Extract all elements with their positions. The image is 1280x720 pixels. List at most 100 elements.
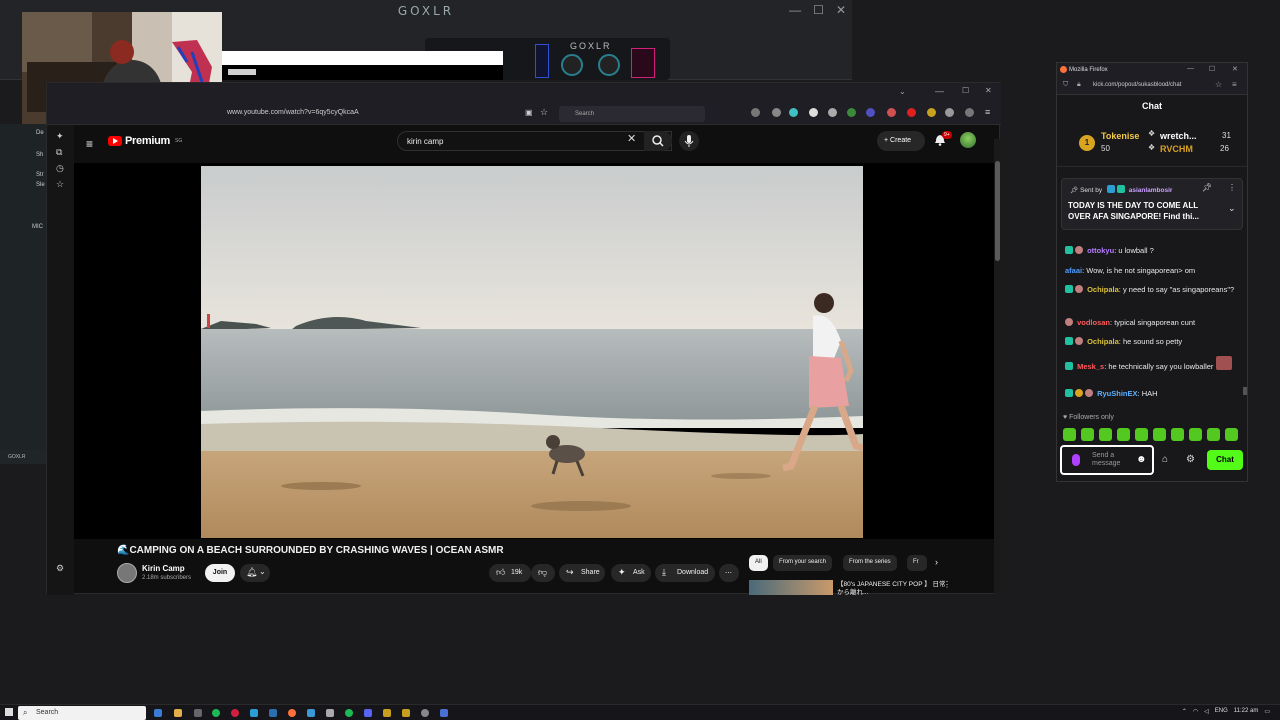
gear-icon[interactable]: ⚙ — [1186, 454, 1195, 465]
chip-from-search[interactable]: From your search — [773, 555, 833, 571]
leader-name[interactable]: Tokenise — [1101, 131, 1139, 141]
clear-search-icon[interactable]: ✕ — [627, 132, 636, 145]
maximize-icon[interactable]: ☐ — [813, 3, 824, 17]
taskbar-app-icon[interactable] — [383, 709, 391, 717]
sidebar-history-icon[interactable]: ◷ — [56, 163, 64, 174]
volume-icon[interactable]: ◁ — [1204, 708, 1209, 715]
emote-button[interactable] — [1063, 428, 1076, 441]
menu-icon[interactable]: ≡ — [1232, 80, 1237, 89]
download-button[interactable]: ⤓ Download — [655, 564, 715, 582]
channel-name[interactable]: Kirin Camp — [142, 564, 185, 573]
recommendation-title[interactable]: 【80's JAPANESE CITY POP 】 日常から離れ... — [837, 581, 947, 598]
close-icon[interactable]: ✕ — [836, 3, 846, 17]
close-icon[interactable]: ✕ — [1232, 65, 1238, 73]
reader-view-icon[interactable]: ▣ — [525, 108, 533, 117]
more-vertical-icon[interactable]: ⋮ — [943, 580, 951, 589]
unpin-icon[interactable]: 📌︎ — [1202, 183, 1212, 192]
chat-scrollbar-thumb[interactable] — [1243, 387, 1247, 395]
extension-icon[interactable] — [809, 108, 818, 117]
goxlr-taskbar-label[interactable]: GOXLR — [0, 450, 48, 464]
video-frame[interactable] — [201, 166, 863, 538]
more-vertical-icon[interactable]: ⋮ — [1228, 183, 1236, 192]
taskbar-app-icon[interactable] — [402, 709, 410, 717]
dislike-button[interactable]: 👎︎ — [531, 564, 555, 582]
volume-icon[interactable] — [965, 108, 974, 117]
taskbar-app-icon[interactable] — [421, 709, 429, 717]
close-icon[interactable]: ✕ — [985, 86, 992, 95]
shield-icon[interactable]: ⛉ — [1063, 81, 1068, 89]
maximize-icon[interactable]: ☐ — [962, 86, 969, 95]
subscription-notifications-button[interactable]: 🔔︎ ⌄ — [240, 564, 270, 582]
extension-icon[interactable] — [907, 108, 916, 117]
scrollbar-thumb[interactable] — [995, 161, 1000, 261]
pinned-message[interactable]: 📌︎ Sent by asianlambosir 📌︎ ⋮ TODAY IS T… — [1061, 178, 1243, 230]
knob[interactable] — [561, 54, 583, 76]
emote-button[interactable] — [1207, 428, 1220, 441]
youtube-logo[interactable]: Premium SG — [108, 135, 182, 147]
minimize-icon[interactable]: — — [935, 86, 944, 96]
maximize-icon[interactable]: ☐ — [1209, 65, 1215, 73]
chevron-down-icon[interactable]: ⌄ — [1228, 203, 1236, 214]
emote-button[interactable] — [1099, 428, 1112, 441]
hamburger-menu-icon[interactable]: ≡ — [86, 137, 93, 151]
emote-button[interactable] — [1135, 428, 1148, 441]
chip-partial[interactable]: Fr — [907, 555, 927, 571]
address-field[interactable]: www.youtube.com/watch?v=6qy5cyQkcaA — [227, 109, 359, 116]
wifi-icon[interactable]: ◠ — [1193, 708, 1198, 715]
taskbar-app-icon[interactable] — [345, 709, 353, 717]
taskbar-app-icon[interactable] — [194, 709, 202, 717]
chat-username[interactable]: RyuShinEX — [1097, 389, 1137, 398]
fader[interactable] — [631, 48, 655, 78]
kick-url-bar[interactable]: ⛉ 🔒︎ kick.com/popout/sukasblood/chat ☆ ≡ — [1057, 77, 1247, 95]
taskbar-app-icon[interactable] — [250, 709, 258, 717]
lock-icon[interactable]: 🔒︎ — [1077, 81, 1081, 89]
tray-chevron-icon[interactable]: ⌃ — [1182, 708, 1187, 715]
kick-address-field[interactable]: kick.com/popout/sukasblood/chat — [1093, 82, 1181, 88]
emote-button[interactable] — [1117, 428, 1130, 441]
library-icon[interactable] — [751, 108, 760, 117]
sidebar-bookmarks-icon[interactable]: ☆ — [56, 179, 64, 190]
taskbar-search-input[interactable]: ⌕ Search — [18, 706, 146, 720]
more-actions-button[interactable]: ⋯ — [719, 564, 739, 582]
extension-icon[interactable] — [927, 108, 936, 117]
chevron-down-icon[interactable]: ⌄ — [899, 87, 906, 96]
emoji-icon[interactable]: ☻ — [1136, 454, 1147, 465]
extension-icon[interactable] — [887, 108, 896, 117]
voice-search-button[interactable] — [679, 131, 699, 151]
extension-icon[interactable] — [866, 108, 875, 117]
extension-icon[interactable] — [945, 108, 954, 117]
windows-start-icon[interactable] — [5, 708, 13, 716]
side-panel-item[interactable]: Str — [36, 172, 44, 178]
notifications-icon[interactable]: ▭ — [1264, 708, 1270, 715]
extension-icon[interactable] — [828, 108, 837, 117]
spotify-icon[interactable] — [212, 709, 220, 717]
chip-all[interactable]: All — [749, 555, 768, 571]
side-panel-item[interactable]: Sle — [36, 182, 45, 188]
extension-icon[interactable] — [847, 108, 856, 117]
emote-button[interactable] — [1153, 428, 1166, 441]
microphone-icon[interactable] — [1072, 454, 1080, 466]
bookmark-star-icon[interactable]: ☆ — [1215, 80, 1222, 89]
chip-from-series[interactable]: From the series — [843, 555, 897, 571]
firefox-icon[interactable] — [288, 709, 296, 717]
leader-name[interactable]: RVCHM — [1160, 144, 1193, 154]
chat-username[interactable]: vodlosan — [1077, 318, 1110, 327]
chevron-right-icon[interactable]: › — [935, 557, 938, 567]
user-avatar[interactable] — [960, 132, 976, 148]
bookmark-star-icon[interactable]: ☆ — [540, 107, 548, 118]
side-panel-item[interactable]: De — [36, 130, 44, 136]
taskbar-app-icon[interactable] — [154, 709, 162, 717]
leader-name[interactable]: wretch... — [1160, 131, 1197, 141]
browser-search-input[interactable]: Search — [559, 106, 705, 122]
chat-username[interactable]: afaai — [1065, 266, 1082, 275]
taskbar-app-icon[interactable] — [440, 709, 448, 717]
extension-icon[interactable] — [772, 108, 781, 117]
chat-username[interactable]: ottokyu — [1087, 246, 1114, 255]
side-panel-item[interactable]: MIC — [32, 224, 43, 230]
minimize-icon[interactable]: — — [789, 3, 801, 17]
emote-button[interactable] — [1225, 428, 1238, 441]
sidebar-tabs-icon[interactable]: ⧉ — [56, 147, 62, 158]
clock[interactable]: 11:22 am — [1234, 708, 1259, 715]
sidebar-ai-icon[interactable]: ✦ — [56, 131, 64, 142]
like-button[interactable]: 👍︎ 19k — [489, 564, 531, 582]
